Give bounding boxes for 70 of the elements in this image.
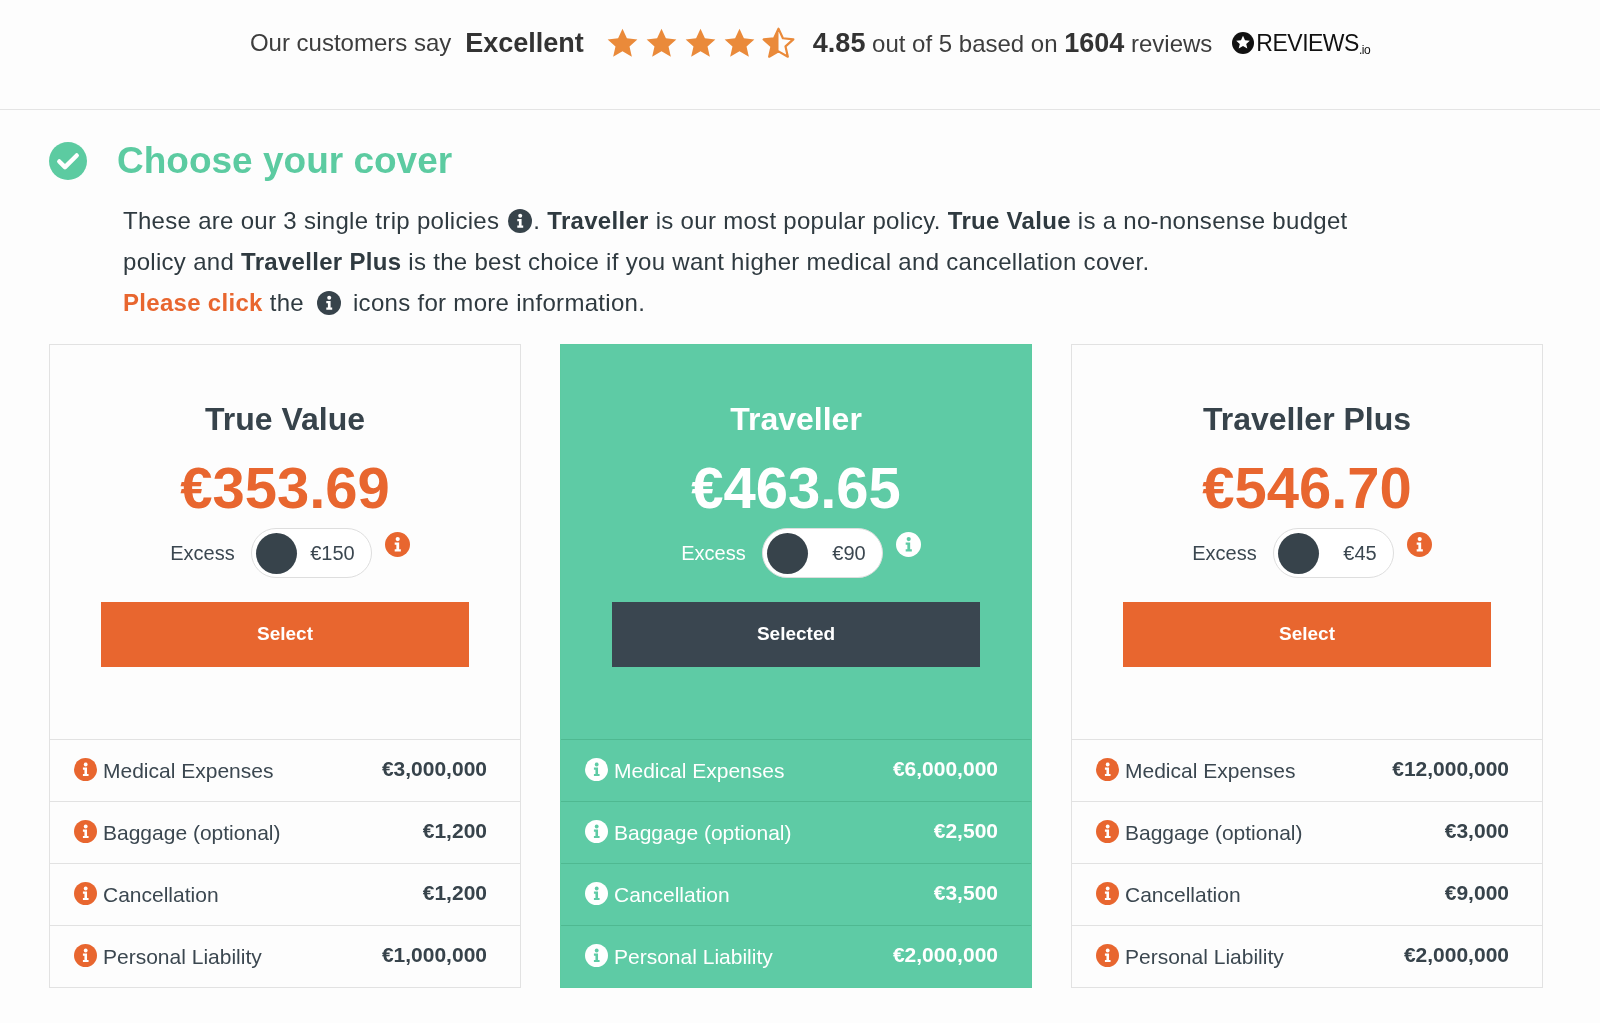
- rating-verdict-text: Excellent: [465, 26, 584, 60]
- intro-text: the: [269, 288, 304, 318]
- cover-amount: €1,200: [422, 817, 487, 844]
- info-icon: [585, 944, 608, 967]
- excess-toggle[interactable]: €150: [250, 528, 372, 578]
- cover-label: Personal Liability: [614, 943, 773, 970]
- cover-amount: €2,000,000: [892, 941, 998, 968]
- cover-label: Baggage (optional): [614, 819, 792, 846]
- policy-name: Traveller Plus: [1202, 401, 1412, 437]
- toggle-knob-icon: [1277, 532, 1319, 574]
- cover-label: Medical Expenses: [103, 757, 274, 784]
- emphasis-text: Please click: [123, 288, 263, 318]
- cover-amount: €2,000,000: [1403, 941, 1509, 968]
- cover-label: Medical Expenses: [614, 757, 785, 784]
- cover-label: Personal Liability: [1125, 943, 1284, 970]
- policy-price: €546.70: [1202, 458, 1412, 518]
- cover-label: Cancellation: [103, 881, 219, 908]
- section-title: Choose your cover: [117, 139, 453, 183]
- info-icon: [74, 944, 97, 967]
- info-icon: [895, 532, 921, 557]
- cover-label: Baggage (optional): [1125, 819, 1303, 846]
- cover-amount: €12,000,000: [1392, 755, 1509, 782]
- cover-amount: €1,000,000: [381, 941, 487, 968]
- excess-label: Excess: [681, 541, 746, 566]
- cover-label: Medical Expenses: [1125, 757, 1296, 784]
- policy-price: €353.69: [180, 458, 390, 518]
- info-icon: [508, 208, 533, 233]
- review-lead-text: Our customers say: [249, 28, 452, 58]
- excess-toggle[interactable]: €45: [1272, 528, 1394, 578]
- info-icon: [384, 532, 410, 557]
- cover-amount: €3,000: [1444, 817, 1509, 844]
- rating-summary-text: 4.85 out of 5 based on 1604 reviews: [812, 26, 1213, 60]
- info-icon: [585, 882, 608, 905]
- info-icon: [74, 758, 97, 781]
- policy-price: €463.65: [691, 458, 901, 518]
- star-circle-icon: [1232, 32, 1255, 54]
- cover-amount: €3,500: [933, 879, 998, 906]
- policy-name: Traveller: [730, 401, 862, 437]
- info-icon: [1096, 820, 1119, 843]
- cover-label: Personal Liability: [103, 943, 262, 970]
- excess-toggle[interactable]: €90: [761, 528, 883, 578]
- cover-amount: €3,000,000: [381, 755, 487, 782]
- intro-text: These are our 3 single trip policies: [123, 206, 500, 236]
- info-icon: [317, 290, 341, 315]
- info-icon: [74, 820, 97, 843]
- cover-label: Cancellation: [1125, 881, 1241, 908]
- info-icon: [585, 758, 608, 781]
- cover-amount: €9,000: [1444, 879, 1509, 906]
- excess-label: Excess: [170, 541, 235, 566]
- info-icon: [1096, 944, 1119, 967]
- toggle-knob-icon: [766, 532, 808, 574]
- cover-label: Baggage (optional): [103, 819, 281, 846]
- info-icon: [1406, 532, 1432, 557]
- cover-amount: €1,200: [422, 879, 487, 906]
- info-icon: [74, 882, 97, 905]
- cover-label: Cancellation: [614, 881, 730, 908]
- intro-text: policy and Traveller Plus is the best choice if you want higher medical and cancellation cover.: [123, 247, 1150, 277]
- selected-button[interactable]: Selected: [612, 602, 980, 667]
- policy-name: True Value: [204, 401, 366, 437]
- star-icon: [761, 26, 795, 60]
- info-icon: [1096, 882, 1119, 905]
- toggle-knob-icon: [255, 532, 297, 574]
- cover-amount: €6,000,000: [892, 755, 998, 782]
- info-icon: [1096, 758, 1119, 781]
- intro-text: . Traveller is our most popular policy. True Value is a no-nonsense budget: [533, 206, 1348, 236]
- excess-label: Excess: [1192, 541, 1257, 566]
- reviews-logo-text: REVIEWS$_{.io}$: [1256, 28, 1371, 59]
- info-icon: [585, 820, 608, 843]
- intro-text: icons for more information.: [353, 288, 646, 318]
- cover-amount: €2,500: [933, 817, 998, 844]
